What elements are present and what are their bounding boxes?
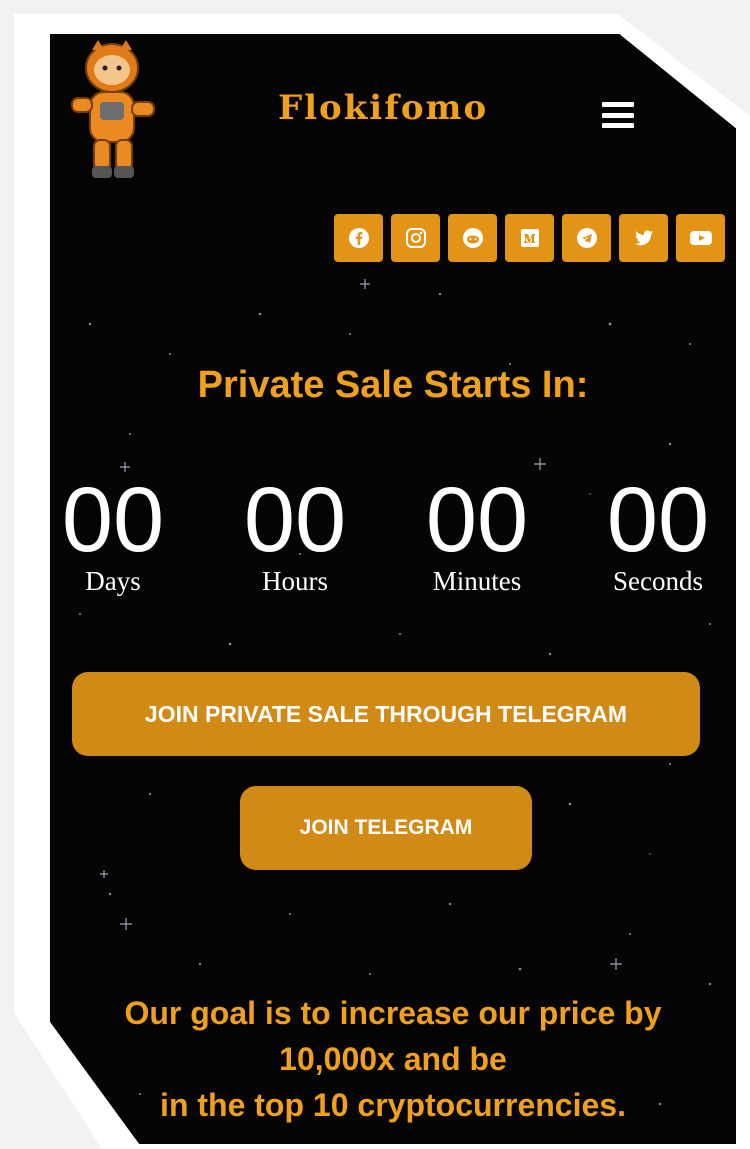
join-telegram-button[interactable]: JOIN TELEGRAM [240, 786, 532, 870]
hamburger-menu-icon[interactable] [602, 102, 634, 128]
countdown-minutes-label: Minutes [432, 566, 522, 596]
countdown-minutes-value: 00 [425, 469, 529, 571]
goal-line-1: Our goal is to increase our price by [124, 995, 662, 1031]
site-brand-title[interactable]: Flokifomo [278, 88, 488, 128]
countdown-days-value: 00 [61, 469, 165, 571]
youtube-icon[interactable] [676, 214, 725, 262]
countdown-hours-label: Hours [262, 566, 328, 596]
reddit-icon[interactable] [448, 214, 497, 262]
twitter-icon[interactable] [619, 214, 668, 262]
mascot-astronaut-logo [71, 40, 155, 178]
countdown-hours-value: 00 [243, 469, 347, 571]
phone-screen: Flokifomo Private Sale Starts In: 00 Day… [50, 34, 736, 1144]
medium-icon[interactable] [505, 214, 554, 262]
countdown-days: 00 Days [50, 472, 193, 597]
join-private-sale-button[interactable]: JOIN PRIVATE SALE THROUGH TELEGRAM [72, 672, 700, 756]
countdown-title: Private Sale Starts In: [197, 364, 589, 406]
countdown-seconds: 00 Seconds [578, 472, 736, 597]
countdown-hours: 00 Hours [215, 472, 375, 597]
countdown-seconds-value: 00 [606, 469, 710, 571]
goal-statement: Our goal is to increase our price by 10,… [50, 990, 736, 1128]
countdown-minutes: 00 Minutes [397, 472, 557, 597]
social-links-bar [334, 214, 725, 262]
instagram-icon[interactable] [391, 214, 440, 262]
goal-line-2: 10,000x and be [279, 1041, 507, 1077]
countdown-seconds-label: Seconds [613, 566, 703, 596]
goal-line-3: in the top 10 cryptocurrencies. [160, 1087, 626, 1123]
telegram-icon[interactable] [562, 214, 611, 262]
facebook-icon[interactable] [334, 214, 383, 262]
